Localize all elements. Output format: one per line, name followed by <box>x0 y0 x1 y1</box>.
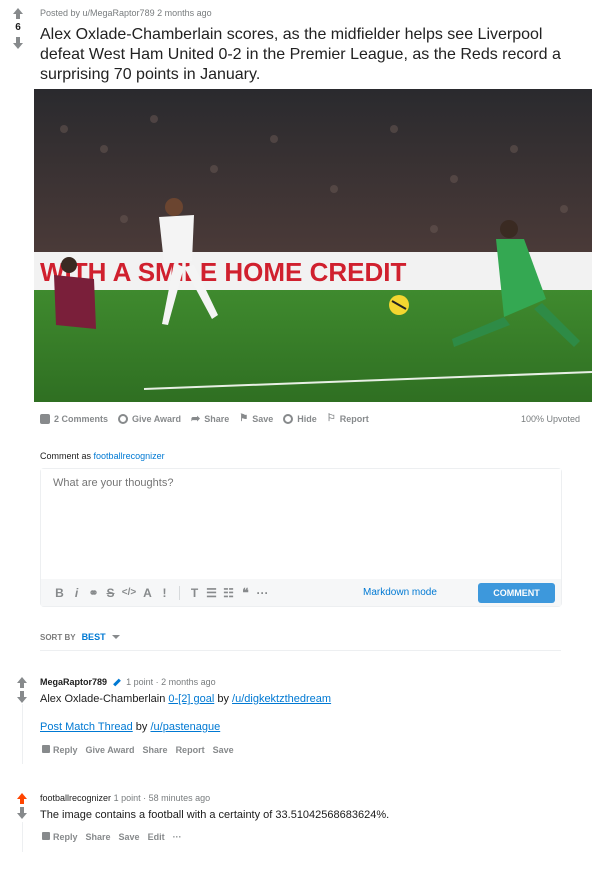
inline-code-button[interactable]: </> <box>119 587 139 598</box>
divider <box>40 650 561 651</box>
post-image[interactable]: WITH A SMILE HOME CREDIT <box>34 89 592 402</box>
award-label: Give Award <box>132 413 182 424</box>
downvote-icon[interactable] <box>17 691 27 703</box>
downvote-icon[interactable] <box>13 37 23 49</box>
comment-text: Alex Oxlade-Chamberlain <box>40 693 166 705</box>
sort-dropdown[interactable]: SORT BY BEST <box>40 632 120 642</box>
hide-button[interactable]: Hide <box>283 412 317 425</box>
bold-button[interactable]: B <box>51 586 68 600</box>
comments-label: 2 Comments <box>54 413 109 424</box>
sort-label: SORT BY <box>40 632 76 642</box>
comment-actions: Reply Share Save Edit ··· <box>42 832 182 842</box>
upvote-icon[interactable] <box>17 677 27 688</box>
save-button[interactable]: Save <box>119 832 140 842</box>
comment-icon <box>40 413 50 424</box>
banner-text: WITH A SMILE HOME CREDIT <box>40 257 407 287</box>
comment-text: by <box>217 693 229 705</box>
more-options-button[interactable]: ··· <box>173 832 182 842</box>
give-award-button[interactable]: Give Award <box>86 745 135 755</box>
comment-author[interactable]: MegaRaptor789 <box>40 677 107 687</box>
vote-count: 6 <box>15 22 21 33</box>
share-button[interactable]: Share <box>86 832 111 842</box>
comment-icon <box>42 832 50 840</box>
user-link[interactable]: /u/digkektzthedream <box>232 693 331 705</box>
goal-link[interactable]: 0-[2] goal <box>168 693 214 705</box>
comment-editor: B i ⚭ S </> A ! T ☰ ☷ ❝ ··· Markdown mod… <box>40 468 562 607</box>
share-button[interactable]: ➦ Share <box>191 412 229 425</box>
report-button[interactable]: ⚐ Report <box>327 412 369 425</box>
comment-actions: Reply Give Award Share Report Save <box>42 745 234 755</box>
flag-icon: ⚐ <box>326 413 336 424</box>
upvote-ratio: 100% Upvoted <box>520 414 580 424</box>
save-label: Save <box>252 413 274 424</box>
reply-button[interactable]: Reply <box>42 832 78 842</box>
markdown-mode-button[interactable]: Markdown mode <box>363 587 437 598</box>
edit-button[interactable]: Edit <box>148 832 165 842</box>
save-button[interactable]: ⚑ Save <box>239 412 273 425</box>
comments-button[interactable]: 2 Comments <box>40 412 108 425</box>
comment-as: Comment as footballrecognizer <box>40 451 165 461</box>
italic-button[interactable]: i <box>68 586 85 600</box>
bookmark-icon: ⚑ <box>239 413 249 424</box>
hide-icon <box>283 413 294 424</box>
give-award-button[interactable]: Give Award <box>118 412 181 425</box>
bulleted-list-button[interactable]: ☰ <box>203 586 220 600</box>
downvote-icon[interactable] <box>17 807 27 819</box>
comment-age: · 58 minutes ago <box>143 793 211 803</box>
upvote-icon[interactable] <box>13 8 23 19</box>
heading-button[interactable]: T <box>186 586 203 600</box>
editor-toolbar: B i ⚭ S </> A ! T ☰ ☷ ❝ ··· Markdown mod… <box>41 579 561 606</box>
comment-body: The image contains a football with a cer… <box>40 809 390 821</box>
spoiler-button[interactable]: ! <box>156 586 173 600</box>
reply-button[interactable]: Reply <box>42 745 78 755</box>
post-vote-column: 6 <box>8 8 28 49</box>
save-button[interactable]: Save <box>213 745 234 755</box>
flair-icon <box>112 678 121 687</box>
comment-vote-column <box>16 793 28 819</box>
comment-icon <box>42 745 50 753</box>
share-icon: ➦ <box>191 413 201 425</box>
post-title[interactable]: Alex Oxlade-Chamberlain scores, as the m… <box>40 25 580 85</box>
comment-textarea[interactable] <box>41 469 561 579</box>
quote-button[interactable]: ❝ <box>237 586 254 600</box>
more-button[interactable]: ··· <box>254 586 271 600</box>
username-link[interactable]: footballrecognizer <box>94 451 165 461</box>
superscript-button[interactable]: A <box>139 586 156 600</box>
comment-as-label: Comment as <box>40 451 92 461</box>
reply-label: Reply <box>53 745 78 755</box>
numbered-list-button[interactable]: ☷ <box>220 586 237 600</box>
strikethrough-button[interactable]: S <box>102 586 119 600</box>
post-actions: 2 Comments Give Award ➦ Share ⚑ Save Hid… <box>40 412 369 425</box>
share-label: Share <box>204 413 230 424</box>
award-icon <box>118 413 129 424</box>
post-meta: Posted by u/MegaRaptor789 2 months ago <box>40 8 212 18</box>
link-button[interactable]: ⚭ <box>85 586 102 600</box>
match-photo: WITH A SMILE HOME CREDIT <box>34 89 592 402</box>
user-link[interactable]: /u/pastenague <box>150 721 220 733</box>
comment-age: · 2 months ago <box>155 677 216 687</box>
toolbar-divider <box>179 585 180 600</box>
comment-body-line-2: Post Match Thread by /u/pastenague <box>40 721 220 733</box>
thread-line[interactable] <box>22 822 23 852</box>
sort-value: BEST <box>81 632 106 642</box>
comment-author[interactable]: footballrecognizer <box>40 793 111 803</box>
post-match-thread-link[interactable]: Post Match Thread <box>40 721 133 733</box>
report-button[interactable]: Report <box>176 745 205 755</box>
thread-line[interactable] <box>22 704 23 764</box>
comment-vote-column <box>16 677 28 703</box>
chevron-down-icon <box>111 635 120 639</box>
comment-body: Alex Oxlade-Chamberlain 0-[2] goal by /u… <box>40 693 331 705</box>
hide-label: Hide <box>297 413 317 424</box>
comment-text: by <box>135 721 148 733</box>
comment-meta: footballrecognizer 1 point · 58 minutes … <box>40 793 210 803</box>
reply-label: Reply <box>53 832 78 842</box>
share-button[interactable]: Share <box>143 745 168 755</box>
comment-points: 1 point <box>113 793 141 803</box>
upvote-icon[interactable] <box>17 793 27 804</box>
report-label: Report <box>339 413 369 424</box>
comment-meta: MegaRaptor789 1 point · 2 months ago <box>40 677 216 687</box>
comment-submit-button[interactable]: COMMENT <box>478 583 555 603</box>
comment-points: 1 point <box>126 677 154 687</box>
post-card: 6 Posted by u/MegaRaptor789 2 months ago… <box>0 0 592 871</box>
